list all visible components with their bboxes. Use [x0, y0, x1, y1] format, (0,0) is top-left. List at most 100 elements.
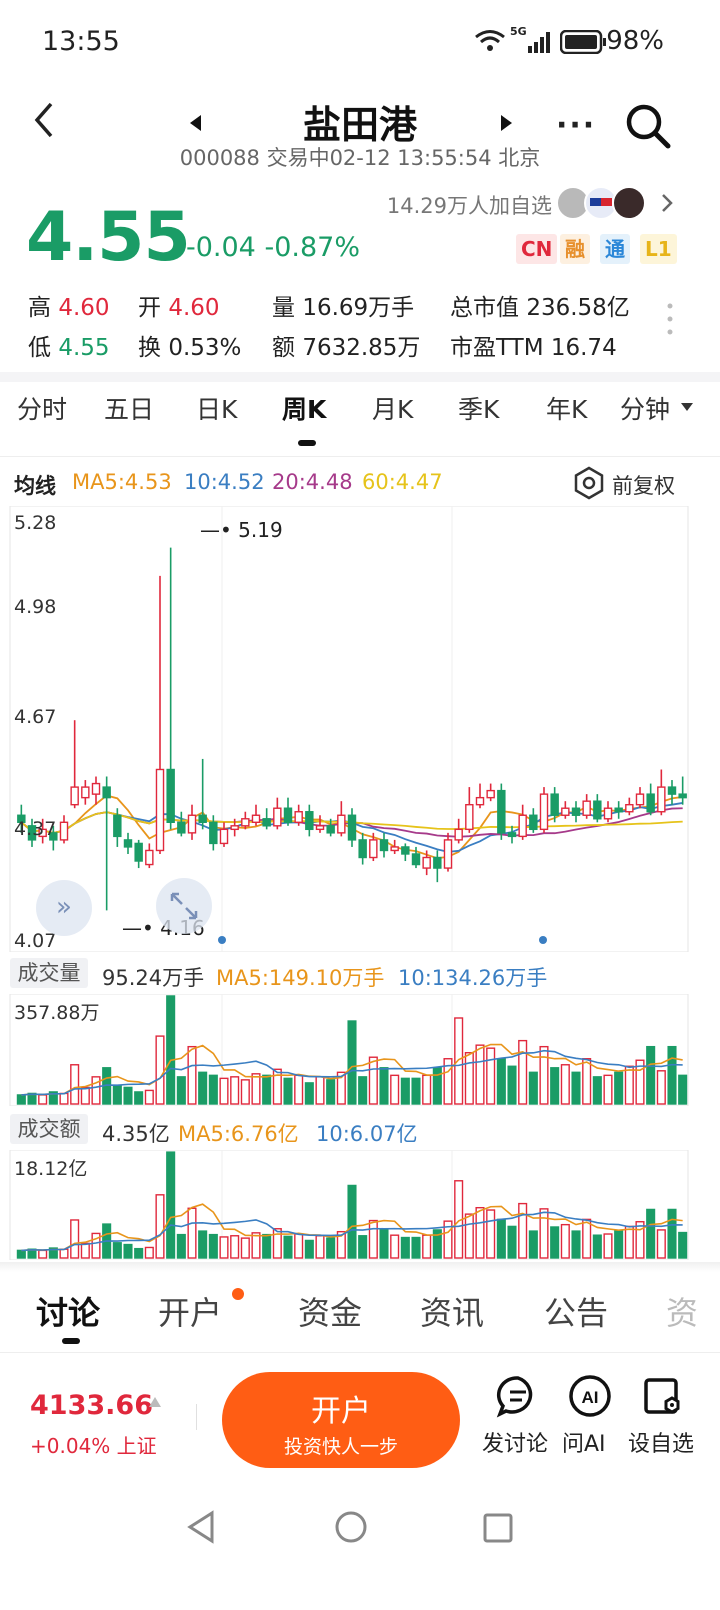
volume-bar — [240, 1079, 250, 1105]
nav-home-button[interactable] — [334, 1510, 368, 1548]
ask-ai-button[interactable]: AI 问AI — [562, 1374, 622, 1458]
tab-weekly-k[interactable]: 周K — [282, 390, 326, 426]
tab-open-account[interactable]: 开户 — [158, 1288, 222, 1334]
candle-body — [678, 793, 687, 799]
volume-bar — [624, 1065, 634, 1105]
volume-bar — [475, 1044, 485, 1105]
margin-badge: 融 — [560, 234, 590, 264]
fullscreen-button[interactable] — [156, 878, 212, 934]
volume-chart[interactable] — [0, 994, 720, 1106]
candle-body — [134, 842, 143, 862]
stat-high: 高 4.60 — [28, 295, 110, 321]
tab-minute[interactable]: 分钟 — [620, 390, 670, 426]
volume-bar — [528, 1071, 538, 1105]
amount-label[interactable]: 成交额 — [10, 1114, 88, 1144]
volume-bar — [326, 1079, 336, 1105]
search-button[interactable] — [624, 102, 672, 154]
connect-badge: 通 — [600, 234, 630, 264]
volume-bar — [614, 1230, 624, 1259]
volume-bar — [70, 1219, 80, 1259]
volume-bar — [614, 1071, 624, 1105]
volume-bar — [123, 1243, 133, 1259]
candle-body — [123, 839, 133, 848]
stat-turnover: 换 0.53% — [138, 335, 242, 361]
volume-bar — [507, 1065, 517, 1105]
volume-bar — [582, 1218, 592, 1259]
volume-bar — [432, 1067, 442, 1105]
triangle-right-icon — [501, 115, 512, 131]
open-account-label: 开户 — [311, 1394, 371, 1429]
prev-stock-button[interactable] — [188, 114, 202, 136]
volume-bar — [144, 1246, 154, 1259]
volume-bar — [368, 1219, 378, 1259]
signal-icon — [528, 32, 550, 53]
volume-bar — [304, 1082, 314, 1105]
tab-five-day[interactable]: 五日 — [104, 390, 154, 426]
volume-bar — [176, 1076, 186, 1105]
candle-body — [486, 789, 495, 799]
candlestick-chart[interactable] — [0, 506, 720, 952]
tab-monthly-k[interactable]: 月K — [372, 390, 413, 426]
index-value[interactable]: 4133.66 — [30, 1390, 153, 1421]
add-watchlist-button[interactable]: 设自选 — [628, 1374, 700, 1458]
more-icon[interactable]: ··· — [556, 108, 596, 143]
tab-news[interactable]: 资讯 — [420, 1288, 484, 1334]
open-account-button[interactable]: 开户 投资快人一步 — [222, 1372, 460, 1468]
candle-body — [571, 807, 581, 816]
candle-body — [187, 814, 197, 834]
volume-value: 95.24万手 — [102, 966, 205, 990]
tab-yearly-k[interactable]: 年K — [546, 390, 587, 426]
volume-bar — [603, 1074, 613, 1105]
volume-bar — [208, 1074, 218, 1105]
tab-quarterly-k[interactable]: 季K — [458, 390, 499, 426]
divider — [0, 1352, 720, 1353]
ma20-value: 20:4.48 — [272, 470, 353, 494]
candle-body — [454, 828, 463, 841]
candle-body — [603, 807, 613, 820]
tab-daily-k[interactable]: 日K — [196, 390, 237, 426]
volume-bar — [262, 1074, 272, 1105]
post-discussion-button[interactable]: 发讨论 — [482, 1374, 554, 1458]
candle-body — [390, 846, 399, 852]
tab-discussion[interactable]: 讨论 — [36, 1288, 100, 1334]
adjust-label[interactable]: 前复权 — [612, 470, 675, 500]
volume-bar — [166, 995, 176, 1105]
volume-bar — [358, 1076, 368, 1105]
volume-ma5: MA5:149.10万手 — [216, 966, 385, 990]
volume-bar — [208, 1233, 218, 1259]
nav-back-button[interactable] — [186, 1510, 216, 1548]
stat-amount: 额 7632.85万 — [272, 335, 421, 361]
tab-more[interactable]: 资 — [666, 1288, 698, 1334]
tab-announcements[interactable]: 公告 — [544, 1288, 608, 1334]
expand-chart-button[interactable]: » — [36, 880, 92, 936]
amount-chart[interactable] — [0, 1150, 720, 1260]
amount-value: 4.35亿 — [102, 1122, 170, 1146]
candle-body — [251, 814, 261, 823]
ma5-value: MA5:4.53 — [72, 470, 172, 494]
tab-funds[interactable]: 资金 — [298, 1288, 362, 1334]
period-tabs: 分时 五日 日K 周K 月K 季K 年K 分钟 — [0, 390, 720, 450]
index-change: +0.04% 上证 — [30, 1434, 157, 1458]
candle-body — [113, 814, 122, 838]
candle-body — [326, 825, 335, 834]
candle-body — [337, 814, 346, 834]
volume-label[interactable]: 成交量 — [10, 958, 88, 988]
amount-ma5: MA5:6.76亿 — [178, 1122, 299, 1146]
active-tab-indicator — [62, 1338, 80, 1344]
next-stock-button[interactable] — [500, 114, 514, 136]
y-tick-label: 5.28 — [14, 512, 57, 534]
volume-bar — [400, 1236, 410, 1259]
candle-body — [561, 807, 570, 816]
tab-intraday[interactable]: 分时 — [17, 390, 67, 426]
watchers-count[interactable]: 14.29万人加自选 — [387, 190, 552, 220]
stats-more-handle[interactable] — [664, 300, 676, 344]
hexagon-icon — [574, 466, 604, 500]
adjust-button[interactable] — [572, 466, 606, 504]
amount-ma10: 10:6.07亿 — [316, 1122, 418, 1146]
watchers-more[interactable] — [660, 192, 674, 218]
divider — [196, 1404, 197, 1430]
candle-body — [273, 807, 282, 827]
candle-body — [582, 800, 591, 816]
nav-recents-button[interactable] — [482, 1512, 514, 1548]
volume-bar — [219, 1077, 229, 1105]
